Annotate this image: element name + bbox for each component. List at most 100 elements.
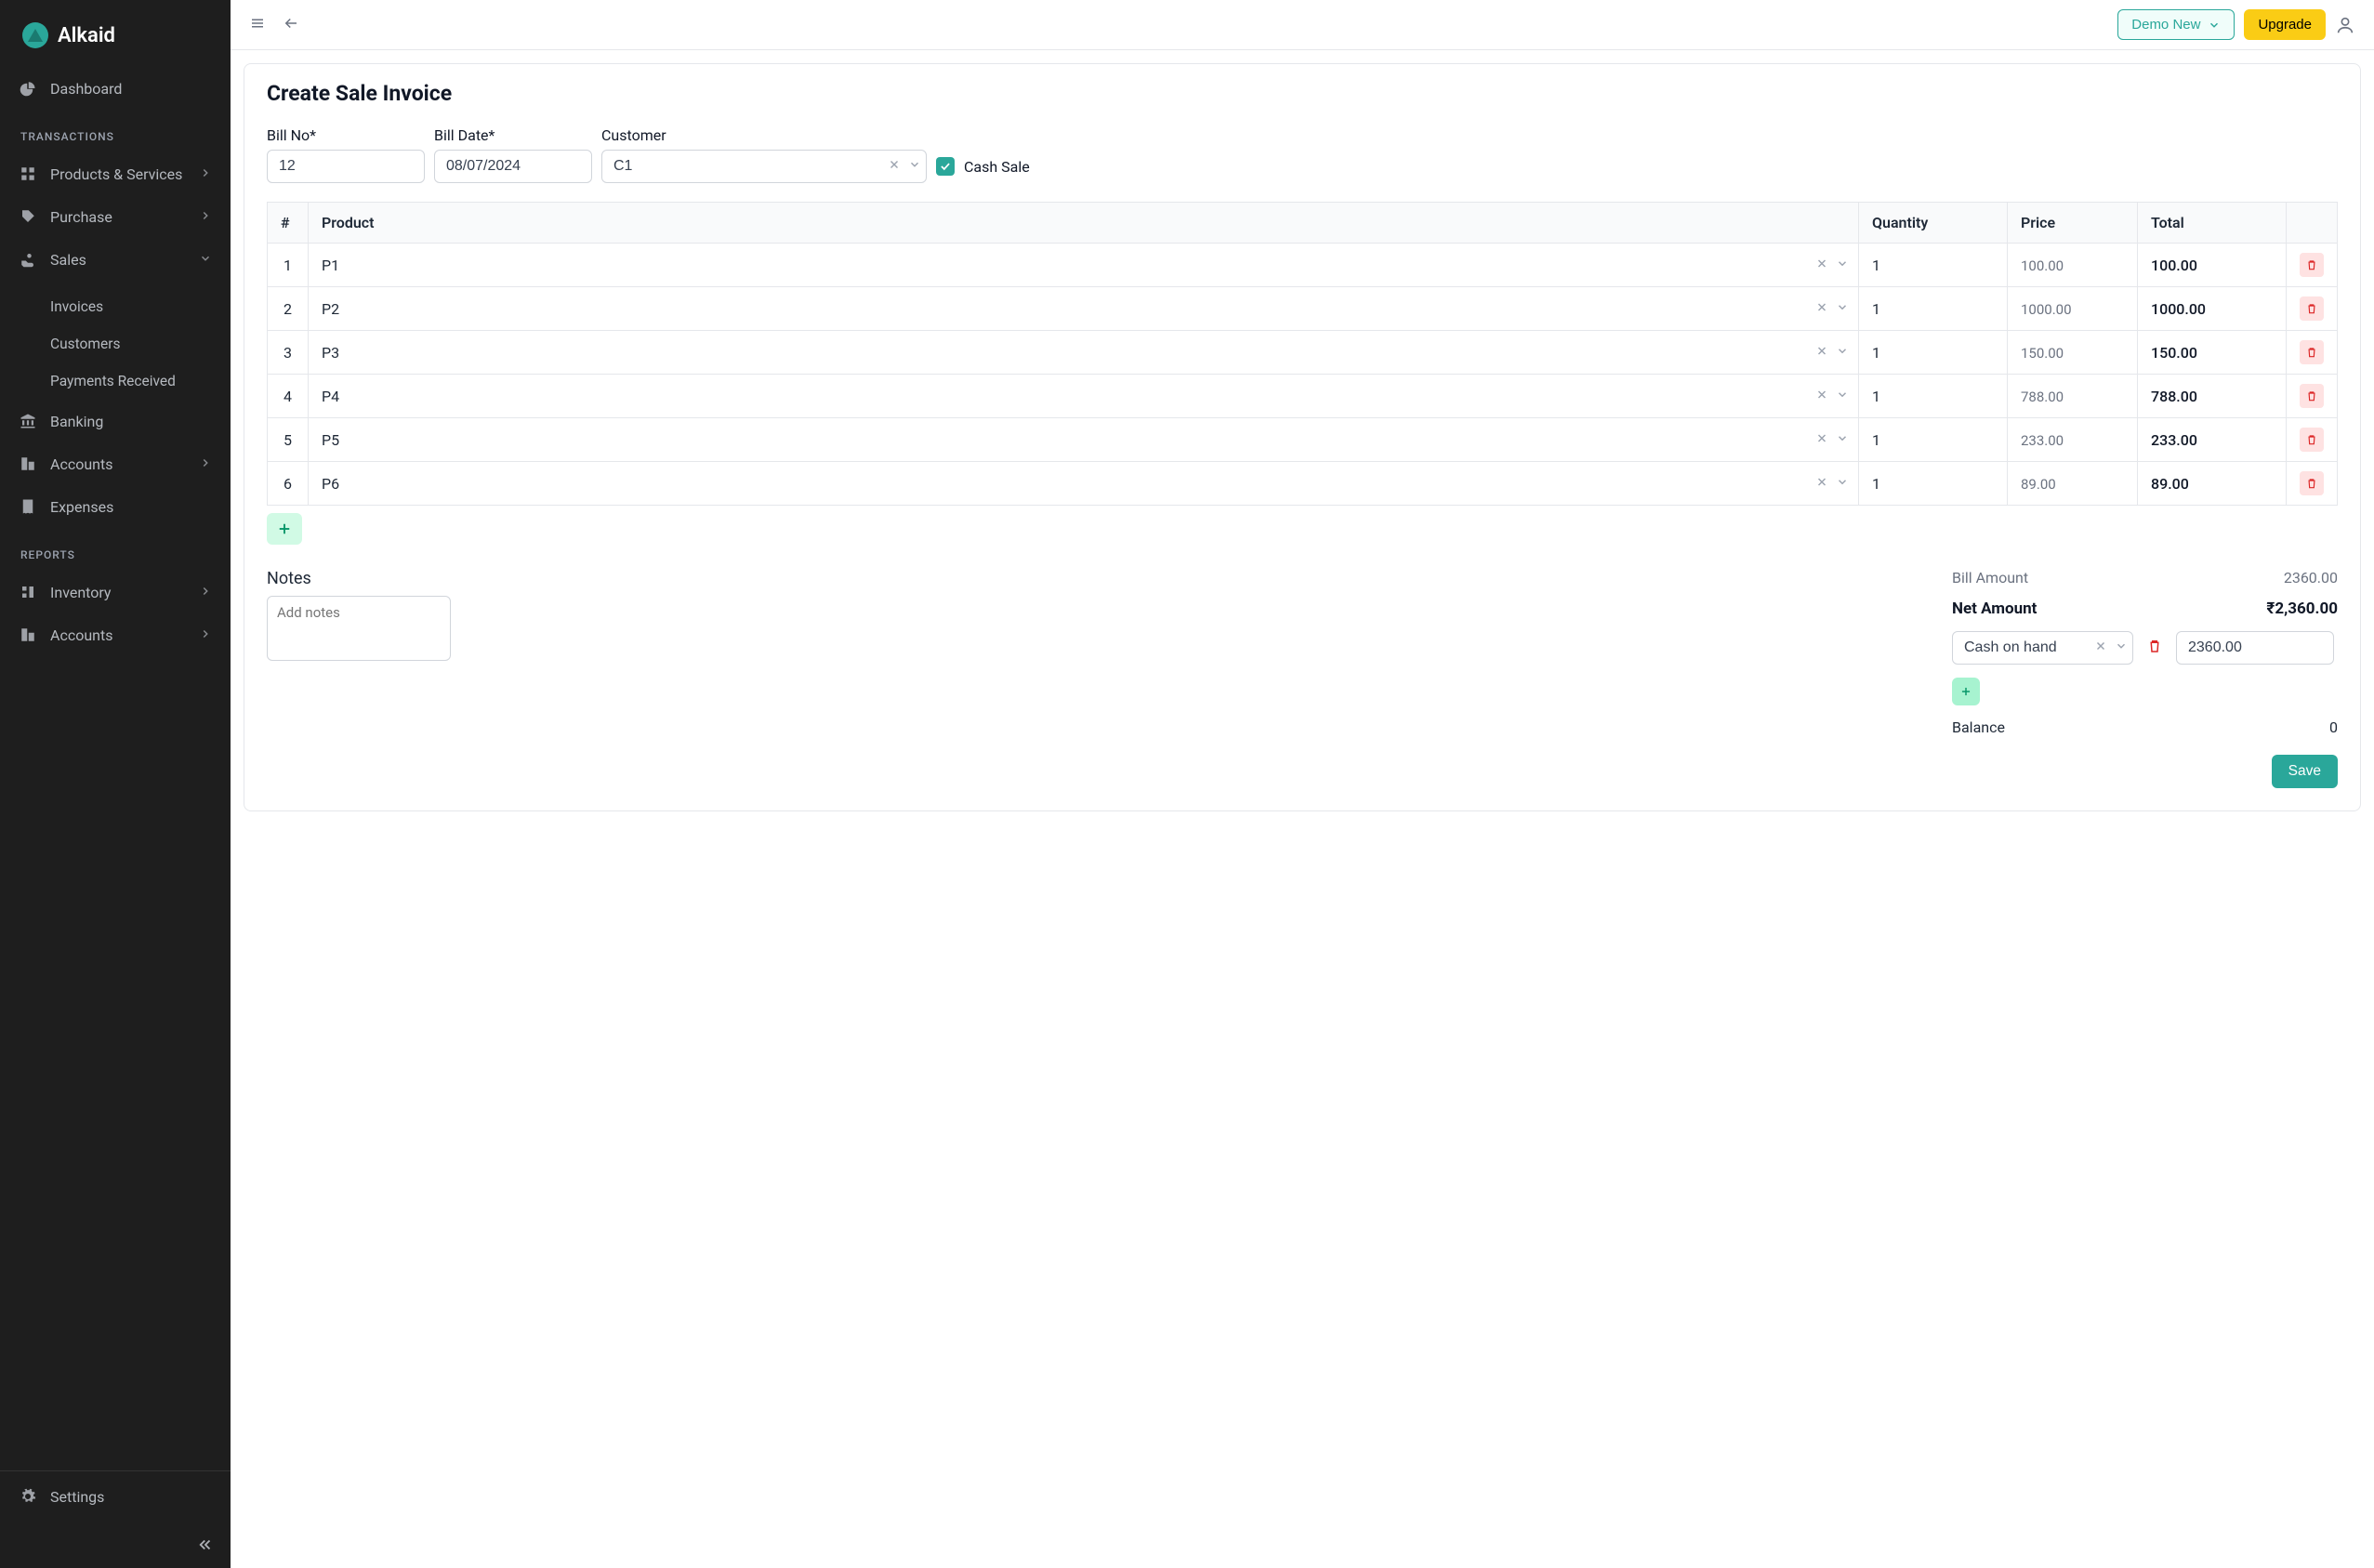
quantity-cell[interactable]: 1 (1859, 462, 2008, 506)
product-cell[interactable]: P1 (309, 244, 1859, 287)
cash-sale-label: Cash Sale (964, 158, 1030, 176)
quantity-cell[interactable]: 1 (1859, 418, 2008, 462)
table-row: 1 P1 1 100.00 100.00 (268, 244, 2338, 287)
quantity-cell[interactable]: 1 (1859, 244, 2008, 287)
th-product: Product (309, 203, 1859, 244)
brand[interactable]: Alkaid (0, 0, 231, 67)
nav-customers[interactable]: Customers (0, 325, 231, 362)
nav-settings[interactable]: Settings (0, 1475, 231, 1518)
total-value: 788.00 (2151, 388, 2197, 405)
clear-icon[interactable] (1815, 388, 1828, 405)
product-cell[interactable]: P5 (309, 418, 1859, 462)
delete-payment-icon[interactable] (2143, 634, 2167, 662)
bill-amount-label: Bill Amount (1952, 569, 2028, 586)
nav-accounts-2[interactable]: Accounts (0, 613, 231, 656)
chevron-down-icon[interactable] (1836, 300, 1849, 318)
delete-row-button[interactable] (2300, 296, 2324, 321)
save-button[interactable]: Save (2272, 755, 2338, 788)
collapse-sidebar-icon[interactable] (197, 1536, 214, 1557)
notes-textarea[interactable] (267, 596, 451, 661)
clear-icon[interactable] (1815, 257, 1828, 274)
delete-row-button[interactable] (2300, 428, 2324, 452)
delete-row-button[interactable] (2300, 384, 2324, 408)
nav-expenses[interactable]: Expenses (0, 485, 231, 528)
add-row-button[interactable] (267, 513, 302, 545)
inventory-icon (19, 583, 37, 601)
total-value: 100.00 (2151, 257, 2197, 274)
chevron-right-icon (199, 208, 212, 226)
section-reports-label: REPORTS (0, 535, 231, 571)
bill-no-label: Bill No* (267, 126, 425, 144)
payment-amount-input[interactable] (2176, 631, 2334, 665)
buildings-icon (19, 626, 37, 644)
nav-inventory[interactable]: Inventory (0, 571, 231, 613)
delete-row-button[interactable] (2300, 340, 2324, 364)
add-payment-button[interactable] (1952, 678, 1980, 705)
clear-icon[interactable] (2094, 639, 2107, 656)
chevron-right-icon (199, 455, 212, 473)
product-cell[interactable]: P6 (309, 462, 1859, 506)
quantity-cell[interactable]: 1 (1859, 331, 2008, 375)
line-items-table: # Product Quantity Price Total 1 P1 1 (267, 202, 2338, 506)
brand-logo-icon (22, 22, 48, 48)
plus-icon (1959, 685, 1972, 698)
product-value: P3 (322, 344, 339, 362)
price-value: 788.00 (2021, 389, 2064, 405)
demo-new-button[interactable]: Demo New (2117, 9, 2235, 40)
total-value: 1000.00 (2151, 300, 2206, 318)
chevron-down-icon[interactable] (1836, 257, 1849, 274)
trash-icon (2305, 389, 2318, 402)
tag-icon (19, 207, 37, 226)
nav-banking[interactable]: Banking (0, 400, 231, 442)
chevron-down-icon[interactable] (908, 158, 921, 175)
clear-icon[interactable] (1815, 475, 1828, 493)
nav-dashboard[interactable]: Dashboard (0, 67, 231, 110)
th-quantity: Quantity (1859, 203, 2008, 244)
product-cell[interactable]: P2 (309, 287, 1859, 331)
nav-accounts-1[interactable]: Accounts (0, 442, 231, 485)
chevron-down-icon[interactable] (1836, 344, 1849, 362)
menu-icon[interactable] (249, 15, 266, 35)
quantity-cell[interactable]: 1 (1859, 287, 2008, 331)
th-total: Total (2138, 203, 2287, 244)
bill-date-input[interactable] (434, 150, 592, 183)
topbar: Demo New Upgrade (231, 0, 2374, 50)
delete-row-button[interactable] (2300, 471, 2324, 495)
product-cell[interactable]: P3 (309, 331, 1859, 375)
user-icon[interactable] (2335, 15, 2355, 35)
price-value: 100.00 (2021, 257, 2064, 274)
row-index: 2 (268, 287, 309, 331)
clear-icon[interactable] (1815, 300, 1828, 318)
product-value: P4 (322, 388, 339, 405)
delete-row-button[interactable] (2300, 253, 2324, 277)
cash-sale-checkbox[interactable] (936, 157, 955, 176)
clear-icon[interactable] (1815, 431, 1828, 449)
back-icon[interactable] (283, 15, 299, 35)
quantity-cell[interactable]: 1 (1859, 375, 2008, 418)
table-row: 2 P2 1 1000.00 1000.00 (268, 287, 2338, 331)
nav-sales[interactable]: Sales (0, 238, 231, 281)
nav-sales-submenu: Invoices Customers Payments Received (0, 288, 231, 400)
bill-date-label: Bill Date* (434, 126, 592, 144)
chevron-down-icon[interactable] (1836, 388, 1849, 405)
total-value: 89.00 (2151, 475, 2189, 493)
chevron-down-icon[interactable] (1836, 431, 1849, 449)
plus-icon (276, 520, 293, 537)
chevron-down-icon (2208, 19, 2221, 32)
chevron-down-icon[interactable] (1836, 475, 1849, 493)
upgrade-button[interactable]: Upgrade (2244, 9, 2326, 40)
clear-icon[interactable] (1815, 344, 1828, 362)
section-transactions-label: TRANSACTIONS (0, 117, 231, 152)
bill-no-input[interactable] (267, 150, 425, 183)
clear-icon[interactable] (888, 158, 901, 175)
chevron-down-icon[interactable] (2115, 639, 2128, 656)
nav-invoices[interactable]: Invoices (0, 288, 231, 325)
nav-payments-received[interactable]: Payments Received (0, 362, 231, 400)
product-cell[interactable]: P4 (309, 375, 1859, 418)
table-row: 3 P3 1 150.00 150.00 (268, 331, 2338, 375)
customer-select[interactable] (601, 150, 927, 183)
nav-purchase[interactable]: Purchase (0, 195, 231, 238)
trash-icon (2305, 433, 2318, 446)
product-value: P6 (322, 475, 339, 493)
nav-products[interactable]: Products & Services (0, 152, 231, 195)
